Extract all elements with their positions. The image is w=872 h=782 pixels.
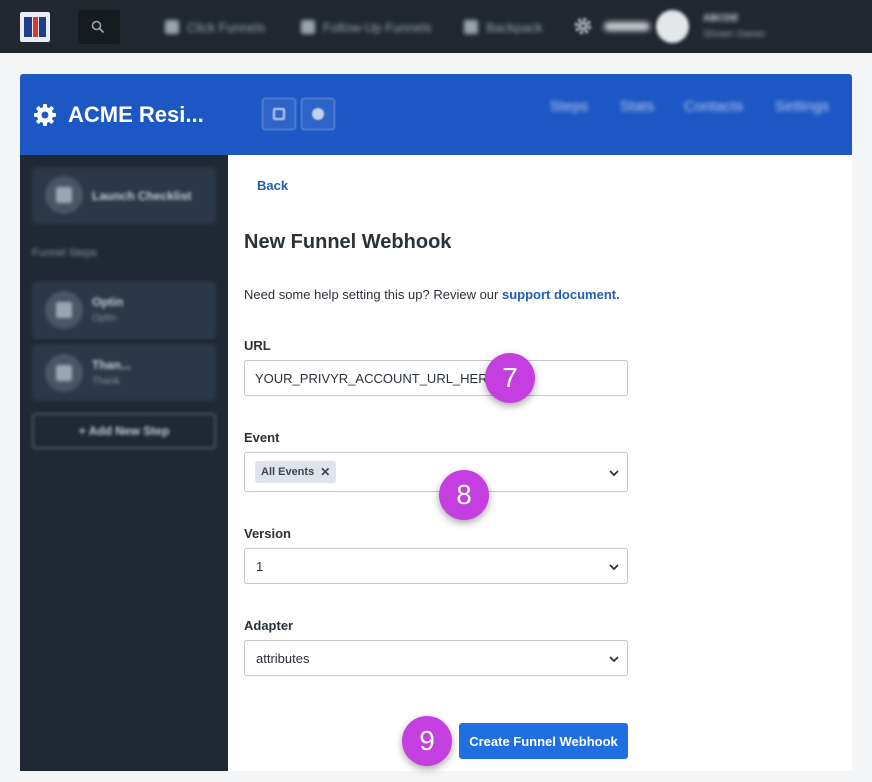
edit-icon <box>273 108 285 120</box>
search-icon <box>91 20 105 34</box>
backpack-icon <box>464 20 478 34</box>
create-funnel-webhook-button[interactable]: Create Funnel Webhook <box>459 723 628 759</box>
event-tag: All Events ✕ <box>255 461 337 483</box>
top-nav-bar: Click Funnels Follow-Up Funnels Backpack… <box>0 0 872 53</box>
app-logo-icon[interactable] <box>20 12 50 42</box>
step-marker-7: 7 <box>485 353 535 403</box>
nav-label: Backpack <box>486 19 543 35</box>
account-switcher[interactable] <box>604 22 650 31</box>
gear-icon[interactable] <box>33 103 57 127</box>
avatar[interactable] <box>656 10 689 43</box>
event-select[interactable]: All Events ✕ <box>244 452 628 492</box>
user-name: ABCDE <box>703 13 739 24</box>
remove-tag-icon[interactable]: ✕ <box>320 465 330 479</box>
chevron-down-icon <box>609 470 619 476</box>
launch-checklist-button[interactable]: Launch Checklist <box>32 167 216 224</box>
step-type: Optin <box>92 313 116 324</box>
add-new-step-label: Add New Step <box>88 424 170 438</box>
event-label: Event <box>244 430 280 445</box>
back-link[interactable]: Back <box>257 178 288 193</box>
webhook-form-panel: Back New Funnel Webhook Need some help s… <box>228 155 852 771</box>
checklist-icon <box>45 176 83 214</box>
chevron-down-icon <box>609 656 619 662</box>
plus-icon: + <box>78 424 89 438</box>
chevron-down-icon <box>609 564 619 570</box>
funnel-sidebar: Launch Checklist Funnel Steps Optin Opti… <box>20 155 228 771</box>
search-button[interactable] <box>78 10 120 44</box>
support-document-link[interactable]: support document. <box>502 287 620 302</box>
step-name: Optin <box>92 295 124 309</box>
version-select[interactable]: 1 <box>244 548 628 584</box>
step-name: Than... <box>92 358 131 372</box>
url-label: URL <box>244 338 271 353</box>
tab-steps[interactable]: Steps <box>550 98 588 115</box>
step-marker-9: 9 <box>402 716 452 766</box>
url-input[interactable] <box>244 360 628 396</box>
gear-icon[interactable] <box>572 15 594 37</box>
edit-funnel-button[interactable] <box>262 98 296 130</box>
tab-stats[interactable]: Stats <box>620 98 654 115</box>
add-new-step-button[interactable]: + Add New Step <box>32 413 216 449</box>
mail-icon <box>301 20 315 34</box>
nav-label: Follow-Up Funnels <box>323 19 432 35</box>
step-marker-8: 8 <box>439 470 489 520</box>
nav-backpack[interactable]: Backpack <box>464 16 542 38</box>
launch-checklist-label: Launch Checklist <box>92 189 192 203</box>
mail-icon <box>45 291 83 329</box>
page-title: New Funnel Webhook <box>244 231 452 253</box>
user-role: Shown Owner <box>703 29 766 40</box>
adapter-value: attributes <box>256 651 310 666</box>
help-text-prefix: Need some help setting this up? Review o… <box>244 287 499 302</box>
sidebar-step-optin[interactable]: Optin Optin <box>32 281 216 339</box>
help-text: Need some help setting this up? Review o… <box>244 287 620 302</box>
eye-icon <box>312 108 324 120</box>
funnel-header: ACME Resi... Steps Stats Contacts Settin… <box>20 74 852 155</box>
nav-click-funnels[interactable]: Click Funnels <box>165 16 265 38</box>
version-value: 1 <box>256 559 264 574</box>
adapter-label: Adapter <box>244 618 294 633</box>
funnel-title: ACME Resi... <box>68 102 204 127</box>
step-type: Thank <box>92 376 120 387</box>
tab-settings[interactable]: Settings <box>775 98 829 115</box>
funnel-steps-heading: Funnel Steps <box>32 247 97 259</box>
adapter-select[interactable]: attributes <box>244 640 628 676</box>
warning-icon <box>45 354 83 392</box>
view-funnel-button[interactable] <box>301 98 335 130</box>
tab-contacts[interactable]: Contacts <box>684 98 743 115</box>
sidebar-step-thank-you[interactable]: Than... Thank <box>32 344 216 401</box>
nav-label: Click Funnels <box>187 19 266 35</box>
nav-follow-up-funnels[interactable]: Follow-Up Funnels <box>301 16 431 38</box>
version-label: Version <box>244 526 291 541</box>
funnel-icon <box>165 20 179 34</box>
event-tag-label: All Events <box>261 466 315 478</box>
